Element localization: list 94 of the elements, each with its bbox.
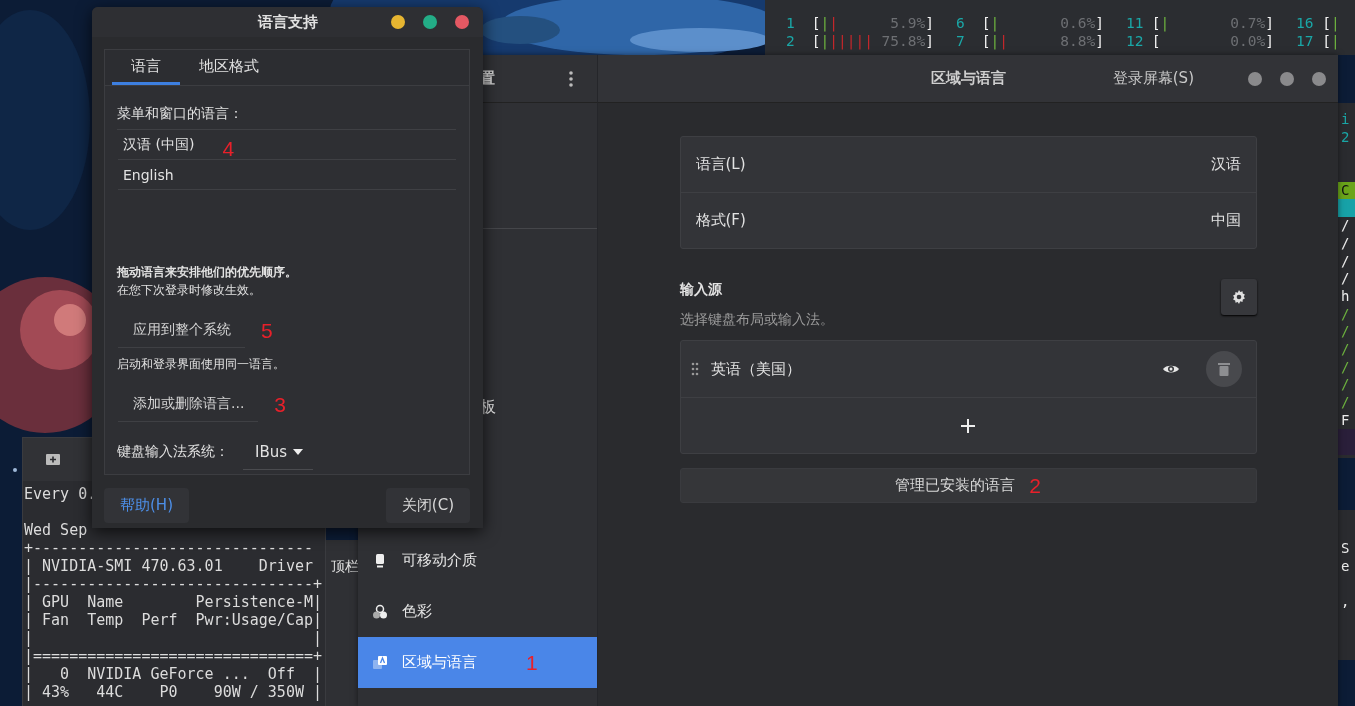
cpu-meter: [|: [1322, 32, 1340, 50]
terminal-line: | Fan Temp Perf Pwr:Usage/Cap|: [24, 611, 323, 629]
cpu-number: 1: [786, 14, 796, 32]
cpu-number: 6: [956, 14, 966, 32]
maximize-button[interactable]: [1280, 71, 1294, 86]
minimize-button[interactable]: [1248, 71, 1262, 86]
terminal-line: | |: [24, 629, 323, 647]
language-squares-icon: [372, 654, 388, 671]
terminal-text: F: [1340, 411, 1351, 430]
input-source-label: 英语（美国）: [710, 359, 801, 379]
sidebar-item[interactable]: 色彩: [358, 586, 597, 637]
manage-languages-button[interactable]: 管理已安装的语言 2: [679, 468, 1257, 503]
cpu-meter: [| 0.6%]: [981, 14, 1104, 32]
drag-handle-icon[interactable]: [690, 362, 699, 376]
cpu-number: 16: [1296, 14, 1315, 32]
eye-icon[interactable]: [1161, 363, 1180, 375]
terminal-line: Wed Sep: [24, 521, 89, 539]
dialog-title: 语言支持: [257, 12, 318, 32]
maximize-button[interactable]: [423, 15, 437, 29]
cpu-meter: [|| 8.8%]: [981, 32, 1104, 50]
terminal-line: | 0 NVIDIA GeForce ... Off |: [24, 665, 323, 683]
annotation-number: 2: [1029, 474, 1041, 497]
terminal-text: ,: [1340, 593, 1351, 611]
terminal-text: S: [1340, 540, 1351, 558]
annotation-number: 3: [274, 393, 287, 416]
annotation-number: 4: [222, 137, 235, 160]
sidebar-label: 顶栏: [331, 558, 359, 574]
terminal-text: /: [1340, 340, 1351, 359]
cpu-meter: [| 0.7%]: [1151, 14, 1274, 32]
language-item[interactable]: 汉语 (中国): [123, 135, 195, 154]
language-item[interactable]: English: [123, 166, 174, 183]
terminal-text: e: [1340, 557, 1351, 576]
delete-button[interactable]: [1205, 351, 1242, 387]
window-title: 区域与语言: [930, 69, 1006, 88]
settings-row[interactable]: 语言(L) 汉语: [680, 137, 1256, 192]
caret-icon: [293, 448, 304, 455]
input-method-dropdown[interactable]: IBus: [243, 434, 314, 470]
terminal-line: |===============================+: [24, 647, 323, 665]
highlight-bar: [1338, 199, 1355, 218]
add-icon[interactable]: [960, 417, 976, 434]
help-button[interactable]: 帮助(H): [104, 488, 189, 523]
trash-icon: [1217, 362, 1230, 376]
close-button[interactable]: [455, 15, 469, 29]
terminal-text: /: [1340, 358, 1351, 377]
terminal-line: +-------------------------------: [24, 539, 314, 557]
settings-row[interactable]: 格式(F) 中国: [680, 192, 1256, 248]
hint-text: 拖动语言来安排他们的优先顺序。: [117, 264, 298, 281]
close-dialog-button[interactable]: 关闭(C): [385, 488, 470, 523]
terminal-line: | GPU Name Persistence-M|: [24, 593, 323, 611]
terminal-text: i: [1340, 111, 1351, 129]
hint-text: 启动和登录界面使用同一语言。: [117, 356, 286, 373]
highlight-bar: C: [1338, 181, 1355, 200]
cpu-number: 7: [956, 32, 966, 50]
terminal-text: /: [1340, 252, 1351, 271]
terminal-text: /: [1340, 305, 1351, 324]
cpu-number: 11: [1126, 14, 1145, 32]
cpu-meter: [|||||| 75.8%]: [811, 32, 934, 50]
tab[interactable]: 语言: [112, 50, 180, 85]
terminal-text: /: [1340, 217, 1351, 235]
terminal-text: /: [1340, 394, 1351, 412]
terminal-text: /: [1340, 323, 1351, 341]
annotation-number: 5: [261, 319, 273, 342]
minimize-button[interactable]: [391, 15, 405, 29]
cpu-meter: [|| 5.9%]: [811, 14, 934, 32]
sidebar-item[interactable]: 可移动介质: [358, 535, 597, 586]
field-label: 键盘输入法系统：: [117, 443, 229, 461]
terminal-text: /: [1340, 234, 1351, 253]
annotation-number: 1: [526, 651, 538, 674]
section-title: 输入源: [679, 280, 723, 299]
field-label: 菜单和窗口的语言：: [117, 104, 244, 123]
tab[interactable]: 地区格式: [180, 50, 278, 85]
menu-icon[interactable]: [569, 70, 573, 87]
terminal-text: /: [1340, 376, 1351, 394]
terminal-line: | 43% 44C P0 90W / 350W |: [24, 683, 323, 701]
color-circles-icon: [372, 603, 388, 620]
terminal-text: 2: [1340, 128, 1351, 147]
cpu-number: 12: [1126, 32, 1145, 50]
new-tab-icon[interactable]: [45, 452, 61, 467]
cpu-number: 2: [786, 32, 796, 50]
sidebar-item[interactable]: 区域与语言 1: [358, 637, 597, 688]
terminal-text: h: [1340, 287, 1351, 306]
terminal-text: /: [1340, 270, 1351, 288]
gear-icon: [1230, 289, 1247, 305]
login-screen-button[interactable]: 登录屏幕(S): [1104, 63, 1202, 94]
cpu-meter: [ 0.0%]: [1151, 32, 1274, 50]
cpu-number: 17: [1296, 32, 1315, 50]
cpu-meter: [|: [1322, 14, 1340, 32]
close-button[interactable]: [1312, 71, 1326, 86]
terminal-line: | NVIDIA-SMI 470.63.01 Driver: [24, 557, 314, 575]
terminal-line: |-------------------------------+: [24, 575, 323, 593]
terminal-line: Every 0.: [24, 485, 98, 503]
section-subtitle: 选择键盘布局或输入法。: [679, 310, 834, 329]
settings-button[interactable]: [1220, 279, 1257, 315]
hint-text: 在您下次登录时修改生效。: [117, 282, 262, 299]
